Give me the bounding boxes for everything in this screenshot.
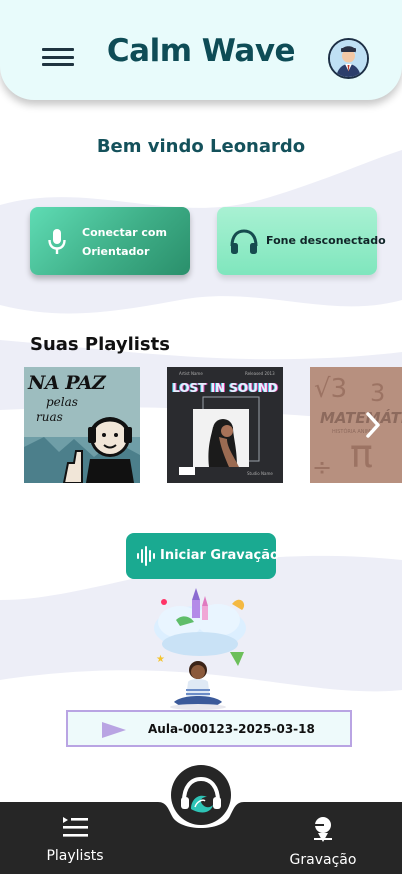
svg-text:√3: √3 bbox=[314, 374, 347, 404]
user-avatar-icon[interactable] bbox=[328, 38, 369, 79]
playlist-artist: Artist Name bbox=[179, 371, 203, 376]
headset-status-label: Fone desconectado bbox=[266, 234, 386, 247]
playlist-released: Released 2013 bbox=[245, 371, 275, 376]
nav-gravacao-label: Gravação bbox=[289, 852, 357, 868]
playlist-studio: Studio Name bbox=[247, 471, 273, 476]
app-header: Calm Wave bbox=[0, 0, 402, 100]
play-icon[interactable] bbox=[101, 721, 127, 743]
nav-gravacao[interactable]: Gravação bbox=[273, 816, 373, 868]
start-recording-label: Iniciar Gravação bbox=[160, 548, 279, 563]
nav-playlists-label: Playlists bbox=[46, 848, 104, 864]
nav-playlists[interactable]: Playlists bbox=[25, 816, 125, 864]
playlist-subtitle-pelas: pelas bbox=[46, 395, 78, 409]
playlist-title-na-paz: NA PAZ bbox=[28, 372, 106, 394]
nav-microphone-icon bbox=[310, 816, 336, 846]
meditation-illustration: ★ bbox=[150, 586, 250, 710]
welcome-text: Bem vindo Leonardo bbox=[96, 136, 306, 157]
playlist-card-matematica[interactable]: √3 π 3 ÷ MATEMÁTICA HISTÓRIA ANIME bbox=[310, 367, 402, 483]
svg-text:÷: ÷ bbox=[312, 453, 332, 481]
playlist-subtitle-ruas: ruas bbox=[36, 410, 63, 424]
playlist-card-lost-in-sound[interactable]: LOST IN SOUND Artist Name Released 2013 … bbox=[167, 367, 283, 483]
recording-name: Aula-000123-2025-03-18 bbox=[148, 722, 315, 736]
recording-item[interactable]: Aula-000123-2025-03-18 bbox=[66, 710, 352, 747]
start-recording-button[interactable]: Iniciar Gravação bbox=[126, 533, 279, 579]
chevron-right-icon[interactable] bbox=[360, 410, 386, 440]
microphone-icon bbox=[47, 229, 67, 259]
playlist-icon bbox=[61, 816, 89, 842]
playlist-title-lost-in-sound: LOST IN SOUND bbox=[172, 381, 278, 395]
svg-text:★: ★ bbox=[156, 654, 165, 665]
svg-text:3: 3 bbox=[370, 379, 385, 407]
sound-wave-icon bbox=[136, 546, 156, 570]
calm-wave-logo-icon[interactable] bbox=[171, 765, 231, 825]
playlists-section-title: Suas Playlists bbox=[30, 334, 170, 355]
app-screen: Calm Wave Bem vindo Leonardo Conectar co… bbox=[0, 0, 402, 874]
headphones-icon bbox=[229, 228, 259, 259]
connect-mentor-button[interactable]: Conectar com Orientador bbox=[30, 207, 190, 275]
headset-status-button[interactable]: Fone desconectado bbox=[217, 207, 386, 275]
playlist-card-na-paz[interactable]: NA PAZ pelas ruas bbox=[24, 367, 140, 483]
connect-mentor-label: Conectar com Orientador bbox=[82, 226, 167, 258]
